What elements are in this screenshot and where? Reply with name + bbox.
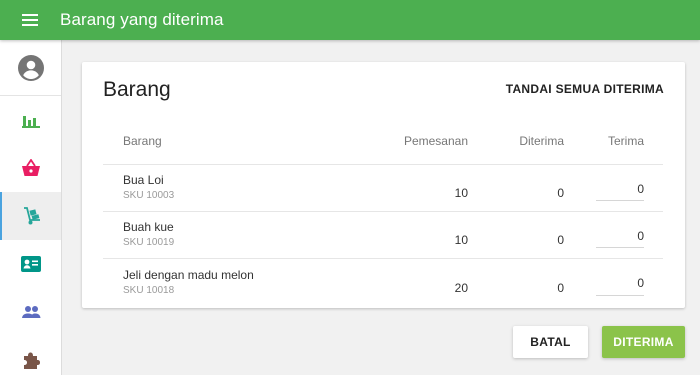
sidebar-item-addons[interactable] bbox=[0, 336, 61, 375]
hamburger-menu-icon bbox=[22, 14, 38, 26]
column-header-item: Barang bbox=[123, 133, 162, 148]
item-cell: Buah kue SKU 10019 bbox=[103, 220, 353, 250]
sidebar-item-sales[interactable] bbox=[0, 144, 61, 192]
item-sku: SKU 10018 bbox=[123, 284, 175, 296]
item-name: Jeli dengan madu melon bbox=[123, 267, 254, 282]
table-header: Barang Pemesanan Diterima Terima bbox=[103, 117, 663, 165]
page-title: Barang yang diterima bbox=[60, 10, 224, 29]
receive-cell bbox=[564, 175, 663, 201]
hand-truck-icon bbox=[23, 207, 40, 225]
sidebar-item-reports[interactable] bbox=[0, 96, 61, 144]
item-name: Buah kue bbox=[123, 220, 174, 234]
items-table: Barang Pemesanan Diterima Terima Bua Loi… bbox=[103, 117, 663, 306]
item-name: Bua Loi bbox=[123, 173, 164, 187]
sidebar-avatar[interactable] bbox=[0, 40, 61, 96]
item-sku: SKU 10003 bbox=[123, 190, 175, 201]
item-cell: Jeli dengan madu melon SKU 10018 bbox=[103, 268, 353, 298]
column-header-received: Diterima bbox=[519, 133, 564, 148]
table-row: Bua Loi SKU 10003 10 0 bbox=[103, 165, 663, 212]
sidebar-item-customers[interactable] bbox=[0, 240, 61, 288]
contact-card-icon bbox=[20, 256, 41, 272]
mark-all-received-button[interactable]: TANDAI SEMUA DITERIMA bbox=[506, 82, 664, 96]
bar-chart-icon bbox=[21, 116, 40, 128]
items-card: Barang TANDAI SEMUA DITERIMA Barang Peme… bbox=[82, 62, 685, 308]
account-circle-icon bbox=[17, 54, 44, 81]
receive-cell bbox=[564, 222, 663, 248]
receive-qty-input[interactable] bbox=[596, 224, 644, 248]
sidebar-item-inventory[interactable] bbox=[0, 192, 61, 240]
received-qty: 0 bbox=[557, 280, 564, 295]
puzzle-piece-icon bbox=[23, 352, 40, 369]
cancel-button[interactable]: BATAL bbox=[513, 326, 588, 358]
sidebar-item-employees[interactable] bbox=[0, 288, 61, 336]
sidebar bbox=[0, 40, 62, 375]
column-header-receive: Terima bbox=[607, 133, 644, 148]
app-bar: Barang yang diterima bbox=[0, 0, 700, 40]
column-header-ordered: Pemesanan bbox=[403, 133, 468, 148]
receive-qty-input[interactable] bbox=[596, 177, 644, 201]
shopping-basket-icon bbox=[21, 159, 40, 176]
receive-qty-input[interactable] bbox=[596, 271, 644, 296]
item-cell: Bua Loi SKU 10003 bbox=[103, 173, 353, 203]
confirm-received-button[interactable]: DITERIMA bbox=[602, 326, 685, 358]
menu-button[interactable] bbox=[0, 0, 60, 40]
table-row: Buah kue SKU 10019 10 0 bbox=[103, 212, 663, 259]
people-icon bbox=[21, 306, 40, 318]
table-row: Jeli dengan madu melon SKU 10018 20 0 bbox=[103, 259, 663, 306]
received-qty: 0 bbox=[557, 233, 564, 247]
receive-cell bbox=[564, 270, 663, 296]
ordered-qty: 20 bbox=[454, 280, 468, 295]
card-title: Barang bbox=[103, 78, 171, 101]
ordered-qty: 10 bbox=[454, 186, 468, 200]
item-sku: SKU 10019 bbox=[123, 237, 175, 248]
received-qty: 0 bbox=[557, 186, 564, 200]
ordered-qty: 10 bbox=[454, 233, 468, 247]
